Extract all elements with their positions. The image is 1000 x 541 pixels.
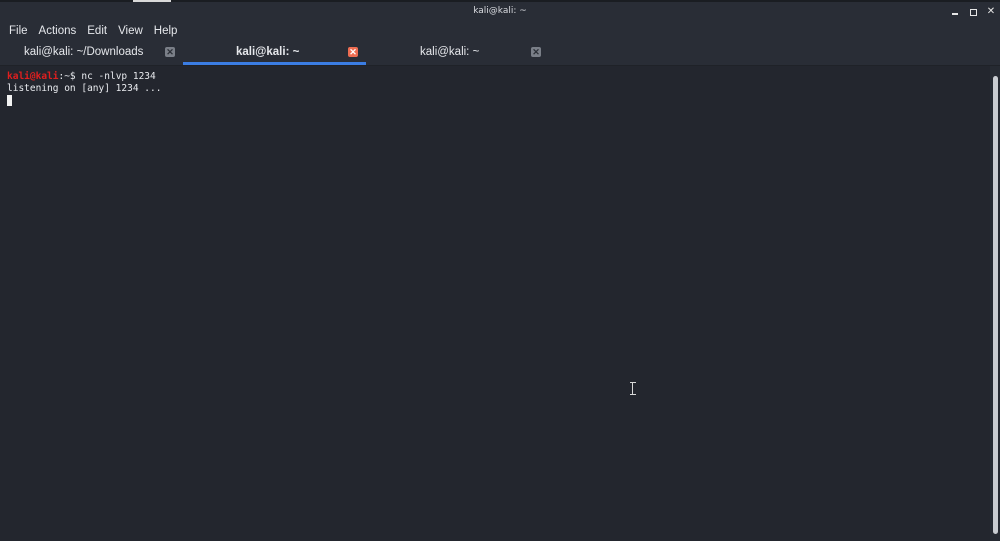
scrollbar-thumb[interactable] [993, 76, 998, 534]
prompt-path: :~$ [58, 71, 76, 82]
tab-label: kali@kali: ~ [236, 46, 300, 58]
minimize-icon[interactable] [949, 6, 961, 18]
tab-home[interactable]: kali@kali: ~ ✕ [367, 41, 549, 65]
close-icon[interactable]: ✕ [531, 47, 541, 57]
terminal-window: kali@kali: ~ ✕ File Actions Edit View He… [0, 0, 1000, 541]
tab-label: kali@kali: ~/Downloads [24, 46, 144, 58]
menu-file[interactable]: File [4, 21, 33, 41]
menu-view[interactable]: View [113, 21, 148, 41]
prompt-line: kali@kali:~$ nc -nlvp 1234 [7, 71, 156, 83]
tab-downloads[interactable]: kali@kali: ~/Downloads ✕ [0, 41, 182, 65]
tab-bar: kali@kali: ~/Downloads ✕ kali@kali: ~ ✕ … [0, 41, 1000, 65]
block-cursor [7, 95, 12, 106]
menu-help[interactable]: Help [149, 21, 183, 41]
output-line: listening on [any] 1234 ... [7, 83, 162, 94]
prompt-user: kali@kali [7, 71, 59, 82]
close-icon[interactable]: ✕ [348, 47, 358, 57]
command-text: nc -nlvp 1234 [75, 71, 156, 82]
close-icon[interactable]: ✕ [165, 47, 175, 57]
menu-actions[interactable]: Actions [34, 21, 82, 41]
scrollbar[interactable] [990, 66, 1000, 541]
title-bar[interactable]: kali@kali: ~ ✕ [0, 2, 1000, 21]
tab-label: kali@kali: ~ [420, 46, 480, 58]
text-cursor-icon [630, 382, 636, 395]
window-title: kali@kali: ~ [473, 6, 527, 16]
menu-bar: File Actions Edit View Help [0, 21, 1000, 41]
terminal-area[interactable]: kali@kali:~$ nc -nlvp 1234 listening on … [0, 66, 990, 541]
menu-edit[interactable]: Edit [82, 21, 112, 41]
close-icon[interactable]: ✕ [985, 6, 997, 18]
maximize-icon[interactable] [967, 6, 979, 18]
tab-home-active[interactable]: kali@kali: ~ ✕ [183, 41, 366, 65]
window-controls: ✕ [949, 5, 997, 19]
